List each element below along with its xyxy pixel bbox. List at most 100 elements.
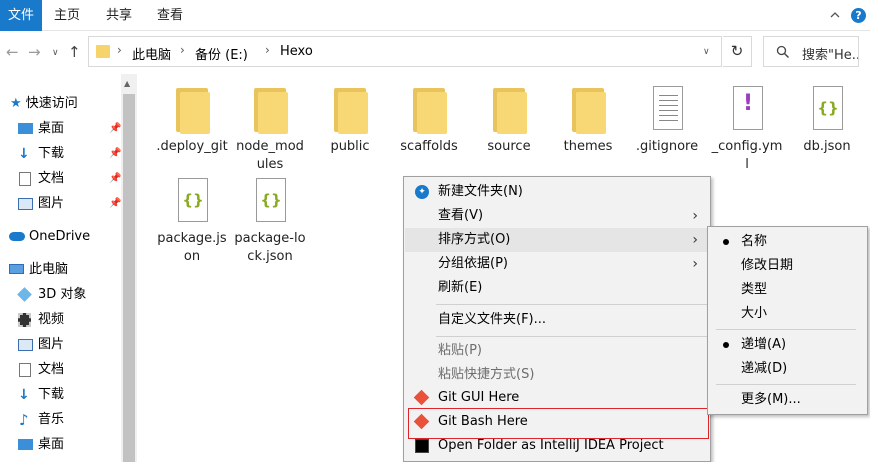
help-icon[interactable]: ?	[851, 8, 866, 23]
file-item[interactable]: {} package-lock.json	[233, 178, 307, 266]
address-bar[interactable]: › 此电脑 › 备份 (E:) › Hexo ∨	[88, 36, 722, 67]
download-icon: ↓	[18, 387, 30, 403]
menu-item-paste[interactable]: 粘贴(P)	[405, 339, 710, 363]
file-item[interactable]: node_modules	[233, 86, 307, 174]
menu-label: Git GUI Here	[438, 390, 520, 405]
computer-icon	[9, 264, 24, 274]
submenu-item-more[interactable]: 更多(M)...	[709, 388, 867, 412]
menu-item-sort-by[interactable]: 排序方式(O) ›	[405, 228, 710, 252]
menu-item-refresh[interactable]: 刷新(E)	[405, 276, 710, 300]
json-file-icon: {}	[250, 178, 290, 226]
menu-item-group-by[interactable]: 分组依据(P) ›	[405, 252, 710, 276]
submenu-item-type[interactable]: 类型	[709, 278, 867, 302]
yml-file-icon: !	[727, 86, 767, 134]
desktop-icon	[18, 439, 33, 450]
menu-label: 刷新(E)	[438, 280, 483, 295]
menu-item-view[interactable]: 查看(V) ›	[405, 204, 710, 228]
file-item[interactable]: source	[472, 86, 546, 156]
chevron-up-icon[interactable]	[829, 9, 841, 21]
tab-home[interactable]: 主页	[54, 0, 80, 31]
file-item[interactable]: {} package.json	[155, 178, 229, 266]
sidebar-label: 下载	[38, 387, 65, 402]
breadcrumb-hexo[interactable]: Hexo	[280, 44, 313, 59]
scroll-up-icon[interactable]: ▲	[124, 79, 130, 88]
file-name: themes	[563, 139, 613, 154]
search-icon	[776, 45, 789, 58]
breadcrumb-separator[interactable]: ›	[180, 43, 185, 57]
document-icon	[19, 363, 31, 377]
pin-icon[interactable]: 📌	[109, 123, 121, 134]
menu-item-customize-folder[interactable]: 自定义文件夹(F)...	[405, 308, 710, 332]
address-dropdown-icon[interactable]: ∨	[703, 47, 710, 57]
sidebar-label: 文档	[38, 171, 65, 186]
radio-bullet-icon	[723, 239, 729, 245]
file-name: db.json	[803, 139, 851, 154]
menu-label: 大小	[741, 306, 768, 321]
menu-item-paste-shortcut[interactable]: 粘贴快捷方式(S)	[405, 363, 710, 387]
menu-item-new-folder[interactable]: ✦ 新建文件夹(N)	[405, 180, 710, 204]
sidebar-label: 桌面	[38, 437, 65, 452]
ribbon: 文件 主页 共享 查看 ?	[0, 0, 870, 31]
pictures-icon	[18, 339, 33, 351]
pin-icon[interactable]: 📌	[109, 173, 121, 184]
submenu-item-ascending[interactable]: 递增(A)	[709, 333, 867, 357]
sidebar-label: 文档	[38, 362, 65, 377]
file-item[interactable]: .gitignore	[630, 86, 704, 156]
menu-label: 类型	[741, 282, 768, 297]
star-icon: ★	[10, 96, 22, 111]
menu-label: 新建文件夹(N)	[438, 184, 523, 199]
file-item[interactable]: public	[313, 86, 387, 156]
menu-label: 分组依据(P)	[438, 256, 508, 271]
menu-label: 更多(M)...	[741, 392, 801, 407]
sidebar-label: 视频	[38, 312, 65, 327]
chevron-right-icon: ›	[692, 208, 698, 224]
file-item[interactable]: .deploy_git	[155, 86, 229, 156]
submenu-item-descending[interactable]: 递减(D)	[709, 357, 867, 381]
refresh-button[interactable]: ↻	[723, 36, 752, 67]
folder-icon	[172, 86, 212, 134]
menu-label: 修改日期	[741, 258, 794, 273]
submenu-item-name[interactable]: 名称	[709, 230, 867, 254]
sidebar-quick-access[interactable]: ★ 快速访问	[10, 93, 78, 115]
file-item[interactable]: ! _config.yml	[710, 86, 784, 174]
chevron-right-icon: ›	[692, 232, 698, 248]
chevron-right-icon: ›	[692, 256, 698, 272]
pin-icon[interactable]: 📌	[109, 148, 121, 159]
up-icon[interactable]: ↑	[68, 43, 81, 61]
pin-icon[interactable]: 📌	[109, 198, 121, 209]
file-item[interactable]: {} db.json	[790, 86, 864, 156]
sidebar-label: 3D 对象	[38, 287, 87, 302]
back-icon[interactable]: ←	[6, 43, 19, 61]
folder-icon	[568, 86, 608, 134]
submenu-item-date-modified[interactable]: 修改日期	[709, 254, 867, 278]
text-file-icon	[647, 86, 687, 134]
menu-label: 名称	[741, 234, 768, 249]
breadcrumb-separator[interactable]: ›	[265, 43, 270, 57]
menu-separator	[716, 384, 856, 385]
file-item[interactable]: themes	[551, 86, 625, 156]
menu-label: 查看(V)	[438, 208, 484, 223]
cube-icon	[17, 287, 32, 302]
menu-label: 粘贴快捷方式(S)	[438, 367, 535, 382]
menu-item-git-bash[interactable]: Git Bash Here	[405, 410, 710, 434]
scrollbar-thumb[interactable]	[123, 94, 135, 462]
tab-file[interactable]: 文件	[0, 0, 42, 31]
breadcrumb-separator[interactable]: ›	[117, 43, 122, 57]
breadcrumb-drive[interactable]: 备份 (E:)	[195, 44, 248, 63]
forward-icon[interactable]: →	[28, 43, 41, 61]
tab-view[interactable]: 查看	[157, 0, 183, 31]
search-input[interactable]: 搜索"He...	[763, 36, 859, 67]
file-item[interactable]: scaffolds	[392, 86, 466, 156]
menu-label: 粘贴(P)	[438, 343, 482, 358]
breadcrumb-this-pc[interactable]: 此电脑	[132, 44, 171, 63]
menu-label: 递增(A)	[741, 337, 787, 352]
submenu-item-size[interactable]: 大小	[709, 302, 867, 326]
recent-dropdown-icon[interactable]: ∨	[52, 48, 59, 58]
menu-label: Open Folder as IntelliJ IDEA Project	[438, 438, 664, 453]
menu-item-git-gui[interactable]: Git GUI Here	[405, 386, 710, 410]
menu-item-intellij[interactable]: Open Folder as IntelliJ IDEA Project	[405, 434, 710, 458]
file-name: scaffolds	[400, 139, 458, 154]
tab-share[interactable]: 共享	[106, 0, 132, 31]
folder-icon	[250, 86, 290, 134]
sidebar-scrollbar[interactable]: ▲	[121, 74, 137, 462]
